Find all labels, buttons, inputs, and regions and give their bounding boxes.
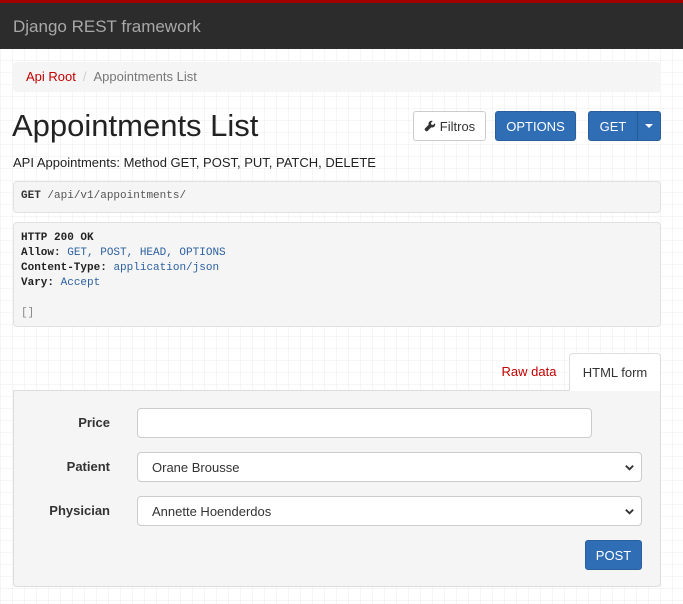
breadcrumb-current: Appointments List: [93, 69, 197, 84]
post-label: POST: [595, 547, 632, 563]
request-method: GET: [21, 190, 41, 202]
breadcrumb-separator: /: [82, 69, 87, 84]
breadcrumb-api-root[interactable]: Api Root: [26, 69, 76, 84]
header-value: application/json: [113, 262, 220, 274]
wrench-icon: [424, 120, 435, 132]
caret-down-icon: [645, 124, 653, 128]
get-button[interactable]: GET: [588, 111, 638, 141]
header-key: Content-Type:: [21, 262, 107, 274]
chevron-down-icon: [625, 465, 634, 471]
header-key: Allow:: [21, 247, 61, 259]
tab-html-form-label: HTML form: [582, 365, 648, 380]
response-info: HTTP 200 OK Allow: GET, POST, HEAD, OPTI…: [13, 222, 661, 327]
brand-title[interactable]: Django REST framework: [13, 17, 201, 37]
response-body: []: [21, 307, 35, 319]
chevron-down-icon: [625, 509, 634, 515]
breadcrumb: Api Root / Appointments List: [13, 62, 661, 92]
tab-raw-data-label: Raw data: [501, 364, 557, 379]
post-button[interactable]: POST: [585, 540, 642, 570]
get-label: GET: [599, 118, 627, 134]
header-value: Accept: [60, 277, 101, 289]
response-status: HTTP 200 OK: [21, 232, 94, 244]
physician-selected-value: Annette Hoenderdos: [152, 504, 272, 519]
patient-select[interactable]: Orane Brousse: [137, 452, 642, 482]
response-header-content-type: Content-Type: application/json: [21, 261, 653, 276]
filters-button[interactable]: Filtros: [413, 111, 486, 141]
patient-label: Patient: [66, 459, 110, 474]
response-header-allow: Allow: GET, POST, HEAD, OPTIONS: [21, 246, 653, 261]
request-path: /api/v1/appointments/: [47, 190, 187, 202]
physician-label: Physician: [49, 503, 110, 518]
price-label: Price: [78, 415, 110, 430]
tab-html-form[interactable]: HTML form: [569, 353, 661, 391]
page-description: API Appointments: Method GET, POST, PUT,…: [13, 155, 376, 170]
navbar: Django REST framework: [0, 0, 683, 49]
page-title: Appointments List: [12, 108, 259, 143]
request-info: GET /api/v1/appointments/: [13, 181, 661, 213]
filters-label: Filtros: [439, 118, 476, 134]
options-label: OPTIONS: [506, 118, 565, 134]
header-value: GET, POST, HEAD, OPTIONS: [67, 247, 226, 259]
options-button[interactable]: OPTIONS: [495, 111, 576, 141]
physician-select[interactable]: Annette Hoenderdos: [137, 496, 642, 526]
get-format-dropdown[interactable]: [637, 111, 661, 141]
price-input[interactable]: [137, 408, 592, 438]
tab-raw-data[interactable]: Raw data: [490, 353, 568, 390]
header-key: Vary:: [21, 277, 55, 289]
response-header-vary: Vary: Accept: [21, 276, 653, 291]
patient-selected-value: Orane Brousse: [152, 460, 240, 475]
